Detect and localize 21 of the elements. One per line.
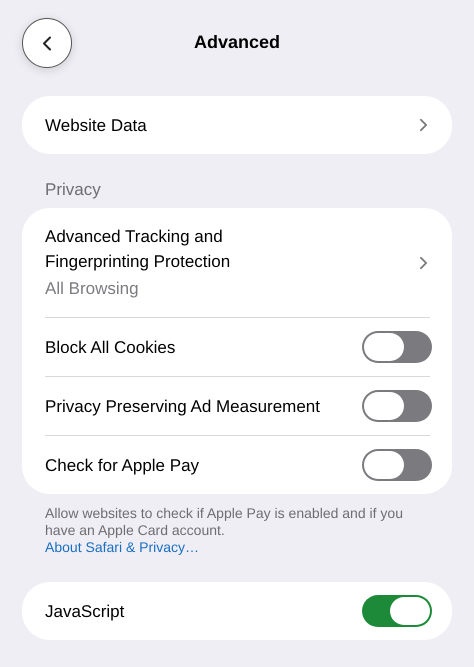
toggle-switch[interactable] (362, 331, 432, 363)
section-header: Privacy (44, 180, 102, 201)
privacy-link[interactable]: About Safari & Privacy… (45, 539, 200, 555)
row-label: JavaScript (45, 600, 124, 622)
chevron-icon (419, 118, 428, 132)
row-label: Check for Apple Pay (45, 454, 200, 476)
toggle-switch[interactable] (362, 390, 432, 422)
row-label: Website Data (45, 114, 147, 136)
back-icon (41, 34, 53, 52)
row-detail: All Browsing (45, 278, 140, 300)
row-label: Block All Cookies (45, 336, 176, 358)
toggle-switch[interactable] (362, 595, 432, 627)
row-label: Privacy Preserving Ad Measurement (45, 396, 320, 418)
row-label: Advanced Tracking and Fingerprinting Protection (45, 226, 232, 273)
toggle-switch[interactable] (362, 449, 432, 481)
settings-row[interactable]: Website Data (45, 96, 430, 154)
chevron-icon (419, 256, 428, 270)
page-title: Advanced (194, 32, 280, 52)
back-button[interactable] (22, 18, 72, 68)
settings-row[interactable]: Advanced Tracking and Fingerprinting Protection All Browsing (45, 208, 430, 317)
footer-text: Allow websites to check if Apple Pay is enabled and if you have an Apple Card account. (45, 505, 404, 539)
